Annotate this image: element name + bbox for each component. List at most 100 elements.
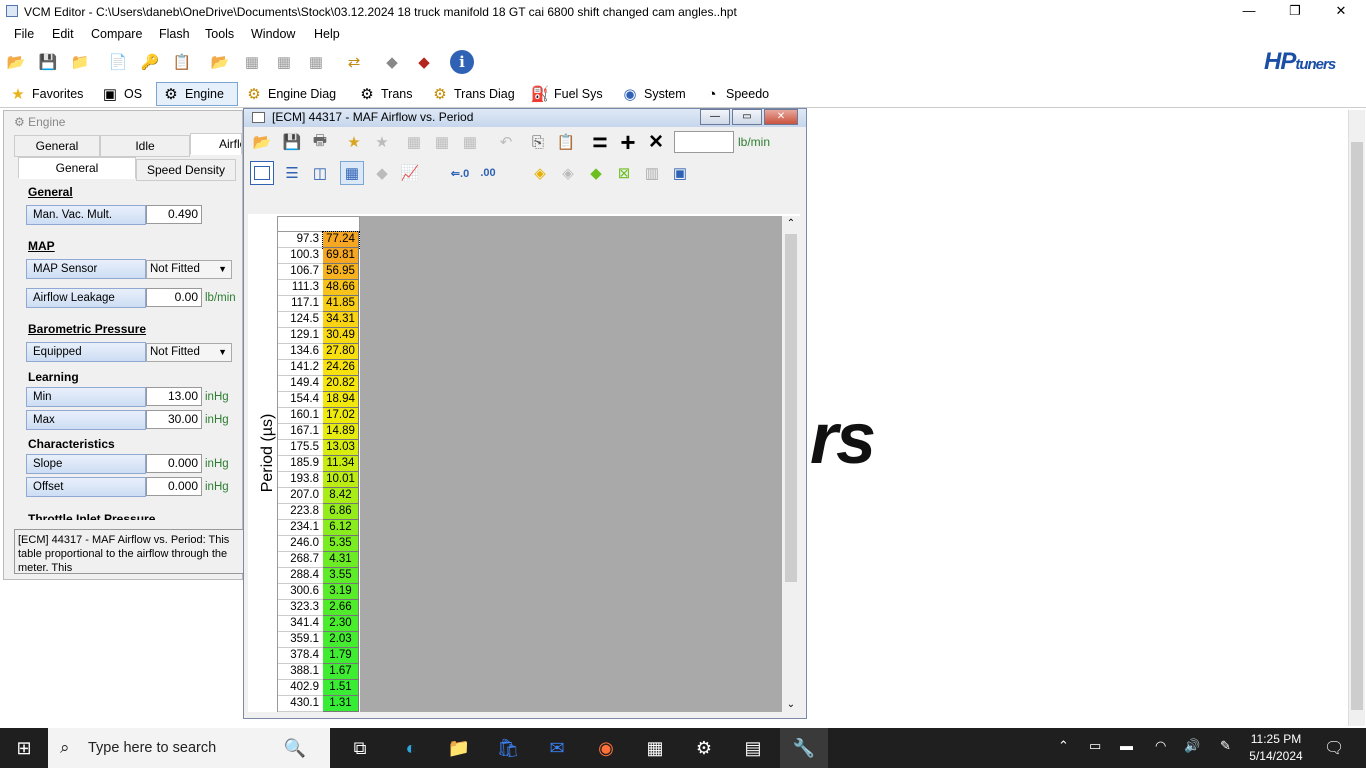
row-header[interactable]: 430.1 xyxy=(278,696,323,712)
menu-compare[interactable]: Compare xyxy=(91,27,142,41)
row-header[interactable]: 124.5 xyxy=(278,312,323,328)
table-cell[interactable]: 56.95 xyxy=(323,264,359,280)
value-input[interactable] xyxy=(674,131,734,153)
row-header[interactable]: 323.3 xyxy=(278,600,323,616)
row-header[interactable]: 207.0 xyxy=(278,488,323,504)
row-header[interactable]: 160.1 xyxy=(278,408,323,424)
tab-fuel-sys[interactable]: ⛽ Fuel Sys xyxy=(526,82,607,106)
table-cell[interactable]: 69.81 xyxy=(323,248,359,264)
tab-engine-diag[interactable]: ⚙ Engine Diag xyxy=(240,82,340,106)
table-cell[interactable]: 3.19 xyxy=(323,584,359,600)
info-icon[interactable]: i xyxy=(450,50,474,74)
table-cell[interactable]: 30.49 xyxy=(323,328,359,344)
vcm-editor-icon[interactable]: 🔧 xyxy=(780,728,828,768)
row-header[interactable]: 97.3 xyxy=(278,232,323,248)
open-recent-icon[interactable]: 📁 xyxy=(68,50,92,74)
row-header[interactable]: 111.3 xyxy=(278,280,323,296)
row-header[interactable]: 378.4 xyxy=(278,648,323,664)
store-icon[interactable]: 🛍 xyxy=(488,732,528,764)
table-diff-icon[interactable]: ▦ xyxy=(458,130,482,154)
table-cell[interactable]: 1.31 xyxy=(323,696,359,712)
windows-start-icon[interactable]: ⊞ xyxy=(4,732,44,764)
offset-field[interactable]: 0.000 xyxy=(146,477,202,496)
security-icon[interactable]: 🔑 xyxy=(138,50,162,74)
3d-view-icon[interactable]: ◆ xyxy=(370,161,394,185)
tab-os[interactable]: ▣ OS xyxy=(96,82,146,106)
row-header[interactable]: 185.9 xyxy=(278,456,323,472)
file-info-icon[interactable]: 📄 xyxy=(106,50,130,74)
table-cell[interactable]: 18.94 xyxy=(323,392,359,408)
minimize-button[interactable]: — xyxy=(700,109,730,125)
table-cell[interactable]: 1.51 xyxy=(323,680,359,696)
smooth-icon[interactable]: ▥ xyxy=(640,161,664,185)
row-header[interactable]: 359.1 xyxy=(278,632,323,648)
menu-help[interactable]: Help xyxy=(314,27,340,41)
row-header[interactable]: 175.5 xyxy=(278,440,323,456)
tab-favorites[interactable]: ★ Favorites xyxy=(4,82,87,106)
row-header[interactable]: 100.3 xyxy=(278,248,323,264)
file-explorer-icon[interactable]: 📁 xyxy=(439,732,479,764)
table-cell[interactable]: 27.80 xyxy=(323,344,359,360)
split-vertical-icon[interactable]: ◫ xyxy=(308,161,332,185)
tab-general[interactable]: General xyxy=(14,135,100,157)
row-header[interactable]: 154.4 xyxy=(278,392,323,408)
table-cell[interactable]: 77.24 xyxy=(322,231,360,249)
folder-open-icon[interactable]: 📂 xyxy=(208,50,232,74)
firefox-icon[interactable]: ◉ xyxy=(586,732,626,764)
subtab-general[interactable]: General xyxy=(18,157,136,179)
interpolate-icon[interactable]: ⊠ xyxy=(612,161,636,185)
table-scrollbar[interactable]: ⌃ ⌄ xyxy=(782,216,800,712)
multiply-icon[interactable]: × xyxy=(644,128,668,155)
settings-icon[interactable]: ⚙ xyxy=(684,732,724,764)
maximize-button[interactable]: ▭ xyxy=(732,109,762,125)
row-header[interactable]: 388.1 xyxy=(278,664,323,680)
pen-icon[interactable]: ✎ xyxy=(1220,738,1231,754)
table-cell[interactable]: 24.26 xyxy=(323,360,359,376)
graph-view-icon[interactable]: 📈 xyxy=(398,161,422,185)
open-icon[interactable]: 📂 xyxy=(250,130,274,154)
table-icon[interactable]: ▦ xyxy=(402,130,426,154)
map-sensor-select[interactable]: Not Fitted ▼ xyxy=(146,260,232,279)
volume-icon[interactable]: 🔊 xyxy=(1184,738,1200,754)
highlight-icon[interactable]: ◈ xyxy=(528,161,552,185)
color-scale-icon[interactable]: ▣ xyxy=(668,161,692,185)
single-view-icon[interactable] xyxy=(250,161,274,185)
equipped-select[interactable]: Not Fitted ▼ xyxy=(146,343,232,362)
table-cell[interactable]: 11.34 xyxy=(323,456,359,472)
row-header[interactable]: 268.7 xyxy=(278,552,323,568)
plus-icon[interactable]: + xyxy=(616,127,640,157)
menu-edit[interactable]: Edit xyxy=(52,27,74,41)
workspace-scrollbar[interactable] xyxy=(1348,110,1365,726)
paste-icon[interactable]: 📋 xyxy=(554,130,578,154)
table-cell[interactable]: 41.85 xyxy=(323,296,359,312)
tab-system[interactable]: ◉ System xyxy=(616,82,690,106)
save-icon[interactable]: 💾 xyxy=(36,50,60,74)
table-cell[interactable]: 1.79 xyxy=(323,648,359,664)
task-view-icon[interactable]: ⧉ xyxy=(340,732,380,764)
row-header[interactable]: 300.6 xyxy=(278,584,323,600)
transfer-icon[interactable]: ⇄ xyxy=(342,50,366,74)
vcm-scanner-icon[interactable]: ▤ xyxy=(733,732,773,764)
row-header[interactable]: 167.1 xyxy=(278,424,323,440)
row-header[interactable]: 341.4 xyxy=(278,616,323,632)
table-cell[interactable]: 2.30 xyxy=(323,616,359,632)
man-vac-mult-field[interactable]: 0.490 xyxy=(146,205,202,224)
read-vehicle-icon[interactable]: ◆ xyxy=(380,50,404,74)
row-header[interactable]: 141.2 xyxy=(278,360,323,376)
table-compare-icon[interactable]: ▦ xyxy=(272,50,296,74)
scroll-thumb[interactable] xyxy=(1351,142,1363,710)
decrease-decimals-icon[interactable]: ⇐.0 xyxy=(448,161,472,185)
scroll-thumb[interactable] xyxy=(785,234,797,582)
calculator-icon[interactable]: ▦ xyxy=(635,732,675,764)
edge-icon[interactable]: ◐ xyxy=(391,732,431,764)
table-cell[interactable]: 6.86 xyxy=(323,504,359,520)
airflow-leakage-field[interactable]: 0.00 xyxy=(146,288,202,307)
table-compare-icon[interactable]: ▦ xyxy=(430,130,454,154)
save-icon[interactable]: 💾 xyxy=(280,130,304,154)
min-field[interactable]: 13.00 xyxy=(146,387,202,406)
compare-icon[interactable]: 📋 xyxy=(170,50,194,74)
write-vehicle-icon[interactable]: ◆ xyxy=(412,50,436,74)
clock[interactable]: 11:25 PM 5/14/2024 xyxy=(1244,731,1308,765)
table-diff-icon[interactable]: ▦ xyxy=(304,50,328,74)
increase-decimals-icon[interactable]: .00 xyxy=(476,161,500,185)
